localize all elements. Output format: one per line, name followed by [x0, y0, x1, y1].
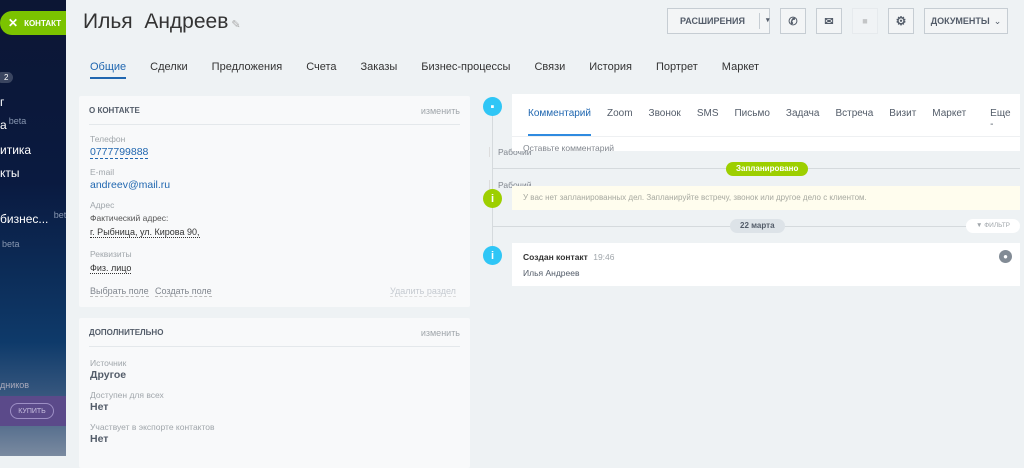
- action-meeting[interactable]: Встреча: [835, 108, 873, 136]
- timeline-line: [492, 110, 493, 256]
- sidebar-item[interactable]: а beta: [0, 116, 26, 132]
- chevron-down-icon: ⌄: [993, 15, 1002, 26]
- sidebar-item[interactable]: итика: [0, 143, 31, 157]
- settings-button[interactable]: ⚙: [888, 8, 914, 34]
- gear-icon: ⚙: [895, 14, 907, 28]
- action-zoom[interactable]: Zoom: [607, 108, 633, 136]
- phone-link[interactable]: 0777799888: [90, 146, 149, 159]
- date-badge: 22 марта: [730, 219, 785, 233]
- action-more[interactable]: Еще -: [990, 108, 1010, 136]
- info-icon: i: [483, 189, 502, 208]
- call-button[interactable]: ✆: [780, 8, 806, 34]
- extensions-button[interactable]: РАСШИРЕНИЯ ▾: [667, 8, 770, 34]
- address-type: Фактический адрес:: [90, 213, 169, 223]
- tab-general[interactable]: Общие: [90, 61, 127, 79]
- planned-badge: Запланировано: [726, 162, 809, 176]
- requisites-value[interactable]: Физ. лицо: [90, 263, 132, 274]
- edit-link[interactable]: изменить: [421, 328, 460, 338]
- filter-icon: ▼: [975, 222, 983, 229]
- tab-links[interactable]: Связи: [534, 61, 565, 79]
- address-value[interactable]: г. Рыбница, ул. Кирова 90,: [90, 227, 200, 238]
- chat-icon: ■: [862, 16, 868, 26]
- event-time: 19:46: [593, 252, 615, 262]
- avatar[interactable]: ●: [999, 250, 1012, 263]
- sidebar: ✕ КОНТАКТ 2 г а beta итика кты бизнес... b…: [0, 0, 66, 456]
- phone-icon: ✆: [788, 15, 798, 28]
- buy-button[interactable]: КУПИТЬ: [10, 403, 54, 419]
- chevron-down-icon[interactable]: ▾: [758, 13, 769, 29]
- action-sms[interactable]: SMS: [697, 108, 719, 136]
- filter-button[interactable]: ▼ ФИЛЬТР: [966, 219, 1020, 233]
- activity-editor: Комментарий Zoom Звонок SMS Письмо Задач…: [512, 94, 1020, 153]
- sidebar-item[interactable]: дников: [0, 380, 29, 390]
- tab-offers[interactable]: Предложения: [212, 61, 283, 79]
- chat-button[interactable]: ■: [852, 8, 878, 34]
- email-link[interactable]: andreev@mail.ru: [90, 179, 170, 191]
- tab-invoices[interactable]: Счета: [306, 61, 336, 79]
- comment-icon: ▪: [483, 97, 502, 116]
- field-label: Источник: [90, 358, 127, 368]
- sidebar-item[interactable]: бизнес... beta: [0, 210, 66, 226]
- tab-orders[interactable]: Заказы: [361, 61, 398, 79]
- comment-input[interactable]: Оставьте комментарий: [512, 136, 1020, 159]
- event-author[interactable]: Илья Андреев: [523, 268, 579, 278]
- contact-close-button[interactable]: ✕ КОНТАКТ: [0, 11, 66, 35]
- page-title: Илья Андреев ✎: [83, 10, 241, 33]
- tabs: Общие Сделки Предложения Счета Заказы Би…: [90, 61, 783, 79]
- card-title: ДОПОЛНИТЕЛЬНО: [89, 328, 164, 337]
- event-title: Создан контакт: [523, 252, 588, 262]
- action-call[interactable]: Звонок: [649, 108, 681, 136]
- field-value: Нет: [90, 401, 109, 413]
- delete-section-link[interactable]: Удалить раздел: [390, 286, 456, 297]
- envelope-icon: ✉: [824, 15, 834, 28]
- timeline-event: Создан контакт 19:46 Илья Андреев ●: [512, 243, 1020, 286]
- email-button[interactable]: ✉: [816, 8, 842, 34]
- field-value: Нет: [90, 433, 109, 445]
- sidebar-item[interactable]: кты: [0, 166, 20, 180]
- action-email[interactable]: Письмо: [734, 108, 769, 136]
- tab-market[interactable]: Маркет: [722, 61, 759, 79]
- card-title: О КОНТАКТЕ: [89, 106, 140, 115]
- close-icon: ✕: [8, 16, 19, 30]
- edit-link[interactable]: изменить: [421, 106, 460, 116]
- action-market[interactable]: Маркет: [932, 108, 966, 136]
- tab-business-processes[interactable]: Бизнес-процессы: [421, 61, 510, 79]
- phone-label: Телефон: [90, 134, 126, 144]
- tab-deals[interactable]: Сделки: [150, 61, 188, 79]
- sidebar-item[interactable]: beta: [0, 236, 20, 250]
- field-value: Другое: [90, 369, 127, 381]
- create-field-link[interactable]: Создать поле: [155, 286, 212, 297]
- address-label: Адрес: [90, 200, 115, 210]
- requisites-label: Реквизиты: [90, 249, 132, 259]
- action-visit[interactable]: Визит: [889, 108, 916, 136]
- edit-pencil-icon[interactable]: ✎: [231, 19, 240, 31]
- sidebar-item[interactable]: г: [0, 95, 4, 109]
- action-task[interactable]: Задача: [786, 108, 820, 136]
- action-comment[interactable]: Комментарий: [528, 108, 591, 136]
- documents-button[interactable]: ДОКУМЕНТЫ ⌄: [924, 8, 1008, 34]
- field-label: Участвует в экспорте контактов: [90, 422, 215, 432]
- no-plans-notice: У вас нет запланированных дел. Запланиру…: [512, 186, 1020, 210]
- additional-card: ДОПОЛНИТЕЛЬНО изменить Источник Другое До…: [79, 318, 470, 468]
- info-icon: i: [483, 246, 502, 265]
- select-field-link[interactable]: Выбрать поле: [90, 286, 149, 297]
- sidebar-badge: 2: [0, 72, 14, 83]
- email-label: E-mail: [90, 167, 115, 177]
- tab-history[interactable]: История: [589, 61, 632, 79]
- tab-portrait[interactable]: Портрет: [656, 61, 698, 79]
- about-contact-card: О КОНТАКТЕ изменить Телефон 0777799888 Ра…: [79, 96, 531, 307]
- field-label: Доступен для всех: [90, 390, 164, 400]
